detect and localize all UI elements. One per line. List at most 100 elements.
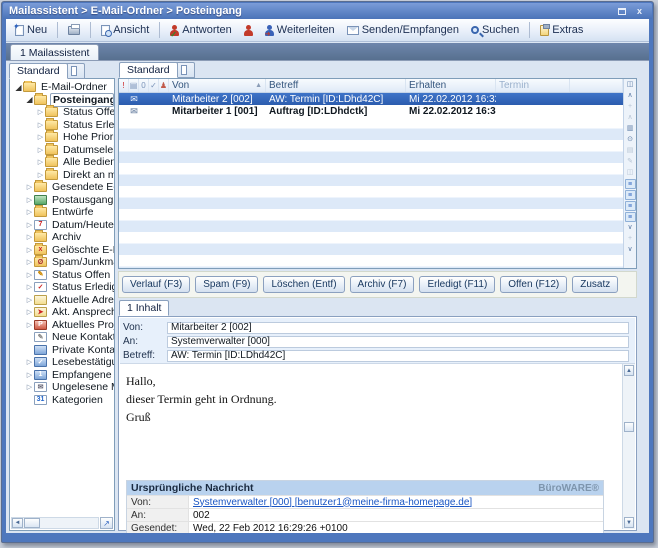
column-header-erhalten[interactable]: Erhalten	[406, 79, 496, 92]
person-column-icon[interactable]: ♟	[159, 79, 169, 92]
sidebar-item-hohe-priorit-t[interactable]: ▷Hohe Priorität	[10, 131, 114, 144]
sidebar-item-lesebest-tigungen[interactable]: ▷✓Lesebestätigungen	[10, 356, 114, 369]
tab-mailassistent[interactable]: 1 Mailassistent	[10, 44, 99, 60]
search-list-icon[interactable]: ⊙	[625, 135, 636, 145]
sidebar-item-empfangene-mails[interactable]: ▷1Empfangene Mails	[10, 369, 114, 382]
page-column-icon[interactable]: ▤	[129, 79, 139, 92]
sidebar-expand-button[interactable]: ↗	[100, 517, 113, 529]
toolbar-search-button[interactable]: Suchen	[466, 21, 524, 39]
tree-expanded-arrow-icon[interactable]: ◢	[14, 83, 23, 92]
tree-collapsed-arrow-icon[interactable]: ▷	[25, 296, 34, 304]
page-up-icon[interactable]: ∧	[625, 113, 636, 123]
sidebar-tab-standard[interactable]: Standard	[9, 63, 68, 79]
sidebar-item-status-erledigt[interactable]: ▷Status Erledigt	[10, 119, 114, 132]
sidebar-item-datum-heute[interactable]: ▷7Datum/Heute	[10, 219, 114, 232]
restore-button[interactable]	[615, 5, 628, 17]
content-vertical-scrollbar[interactable]: ▲ ▼	[622, 364, 635, 529]
tree-collapsed-arrow-icon[interactable]: ▷	[25, 258, 34, 266]
tree-collapsed-arrow-icon[interactable]: ▷	[36, 133, 45, 141]
tree-collapsed-arrow-icon[interactable]: ▷	[36, 108, 45, 116]
move-down-icon[interactable]: +	[625, 234, 636, 244]
sidebar-item-entw-rfe[interactable]: ▷Entwürfe	[10, 206, 114, 219]
attachment-column-icon[interactable]: 0	[139, 79, 149, 92]
view-mode-1-icon[interactable]: ≡	[625, 179, 636, 189]
tree-collapsed-arrow-icon[interactable]: ▷	[25, 221, 34, 229]
list-tab-standard[interactable]: Standard	[119, 62, 178, 78]
sender-link[interactable]: Systemverwalter [000] [benutzer1@meine-f…	[189, 496, 603, 508]
sidebar-item-status-offen[interactable]: ▷✎Status Offen	[10, 269, 114, 282]
tree-collapsed-arrow-icon[interactable]: ▷	[25, 383, 34, 391]
tree-collapsed-arrow-icon[interactable]: ▷	[25, 183, 34, 191]
sidebar-item-akt-ansprechpartner[interactable]: ▷➤Akt. Ansprechpartner	[10, 306, 114, 319]
tool-disabled-1-icon[interactable]: ▤	[625, 146, 636, 156]
tree-collapsed-arrow-icon[interactable]: ▷	[36, 158, 45, 166]
tree-collapsed-arrow-icon[interactable]: ▷	[25, 271, 34, 279]
tool-disabled-3-icon[interactable]: ◫	[625, 168, 636, 178]
sidebar-item-status-offen[interactable]: ▷Status Offen	[10, 106, 114, 119]
view-mode-4-icon[interactable]: ≡	[625, 212, 636, 222]
scroll-up-icon[interactable]: ▲	[624, 365, 634, 376]
message-row[interactable]: ✉Mitarbeiter 1 [001]Auftrag [ID:LDhdctk]…	[119, 105, 623, 117]
sidebar-item-alle-bediener[interactable]: ▷Alle Bediener	[10, 156, 114, 169]
scrollbar-thumb[interactable]	[24, 518, 40, 528]
toolbar-reply-all-button[interactable]	[239, 22, 258, 39]
folder-options-icon[interactable]: ◫	[625, 80, 636, 90]
loeschen-button[interactable]: Löschen (Entf)	[263, 276, 344, 293]
toolbar-view-button[interactable]: Ansicht	[96, 21, 154, 39]
scroll-top-icon[interactable]: ∧	[625, 91, 636, 101]
page-down-icon[interactable]: ∨	[625, 245, 636, 255]
toolbar-new-button[interactable]: Neu	[10, 21, 52, 39]
tool-disabled-2-icon[interactable]: ✎	[625, 157, 636, 167]
view-mode-3-icon[interactable]: ≡	[625, 201, 636, 211]
sidebar-item-gel-schte-e-mails[interactable]: ▷xGelöschte E-Mails	[10, 244, 114, 257]
sidebar-item-archiv[interactable]: ▷Archiv	[10, 231, 114, 244]
archiv-button[interactable]: Archiv (F7)	[350, 276, 415, 293]
sidebar-item-posteingang[interactable]: ◢Posteingang	[10, 94, 114, 107]
scroll-down-icon[interactable]: ∨	[625, 223, 636, 233]
tree-collapsed-arrow-icon[interactable]: ▷	[25, 246, 34, 254]
sidebar-item-aktuelles-projekt[interactable]: ▷PAktuelles Projekt	[10, 319, 114, 332]
sidebar-item-postausgang[interactable]: ▷Postausgang	[10, 194, 114, 207]
tree-collapsed-arrow-icon[interactable]: ▷	[25, 321, 34, 329]
column-header-termin[interactable]: Termin	[496, 79, 570, 92]
offen-button[interactable]: Offen (F12)	[500, 276, 567, 293]
toolbar-forward-button[interactable]: Weiterleiten	[260, 21, 340, 39]
view-mode-2-icon[interactable]: ≡	[625, 190, 636, 200]
columns-icon[interactable]: ▥	[625, 124, 636, 134]
toolbar-reply-button[interactable]: Antworten	[165, 21, 237, 39]
column-header-von[interactable]: Von▲	[169, 79, 266, 92]
tree-collapsed-arrow-icon[interactable]: ▷	[25, 283, 34, 291]
close-button[interactable]: x	[633, 5, 646, 17]
spam-button[interactable]: Spam (F9)	[195, 276, 258, 293]
verlauf-button[interactable]: Verlauf (F3)	[122, 276, 190, 293]
list-header-row[interactable]: !▤0✓♟Von▲BetreffErhaltenTermin	[119, 79, 623, 93]
tree-expanded-arrow-icon[interactable]: ◢	[25, 95, 34, 104]
tree-collapsed-arrow-icon[interactable]: ▷	[36, 121, 45, 129]
tree-collapsed-arrow-icon[interactable]: ▷	[25, 196, 34, 204]
message-row[interactable]: ✉Mitarbeiter 2 [002]AW: Termin [ID:LDhd4…	[119, 93, 623, 105]
tree-collapsed-arrow-icon[interactable]: ▷	[36, 146, 45, 154]
toolbar-send-receive-button[interactable]: Senden/Empfangen	[342, 21, 464, 39]
sidebar-item-neue-kontakte[interactable]: ✎Neue Kontakte	[10, 331, 114, 344]
scrollbar-thumb[interactable]	[624, 422, 634, 432]
toolbar-extras-button[interactable]: Extras	[535, 21, 588, 39]
sidebar-item-spam-junkmails[interactable]: ▷ØSpam/Junkmails	[10, 256, 114, 269]
sidebar-item-status-erledigt[interactable]: ▷✓Status Erledigt	[10, 281, 114, 294]
sidebar-item-gesendete-e-mails[interactable]: ▷Gesendete E-Mails	[10, 181, 114, 194]
sidebar-item-kategorien[interactable]: 31Kategorien	[10, 394, 114, 407]
tree-collapsed-arrow-icon[interactable]: ▷	[25, 358, 34, 366]
sidebar-item-private-kontakte[interactable]: Private Kontakte	[10, 344, 114, 357]
sidebar-horizontal-scrollbar[interactable]: ◄	[11, 517, 99, 529]
zusatz-button[interactable]: Zusatz	[572, 276, 618, 293]
priority-column-icon[interactable]: !	[119, 79, 129, 92]
sidebar-item-ungelesene-mails[interactable]: ▷✉Ungelesene Mails	[10, 381, 114, 394]
column-header-betreff[interactable]: Betreff	[266, 79, 406, 92]
sidebar-item-direkt-an-mich[interactable]: ▷Direkt an mich	[10, 169, 114, 182]
sidebar-item-aktuelle-adresse[interactable]: ▷Aktuelle Adresse	[10, 294, 114, 307]
tree-collapsed-arrow-icon[interactable]: ▷	[25, 233, 34, 241]
scroll-down-icon[interactable]: ▼	[624, 517, 634, 528]
tree-collapsed-arrow-icon[interactable]: ▷	[25, 308, 34, 316]
check-column-icon[interactable]: ✓	[149, 79, 159, 92]
tree-collapsed-arrow-icon[interactable]: ▷	[25, 371, 34, 379]
erledigt-button[interactable]: Erledigt (F11)	[419, 276, 495, 293]
